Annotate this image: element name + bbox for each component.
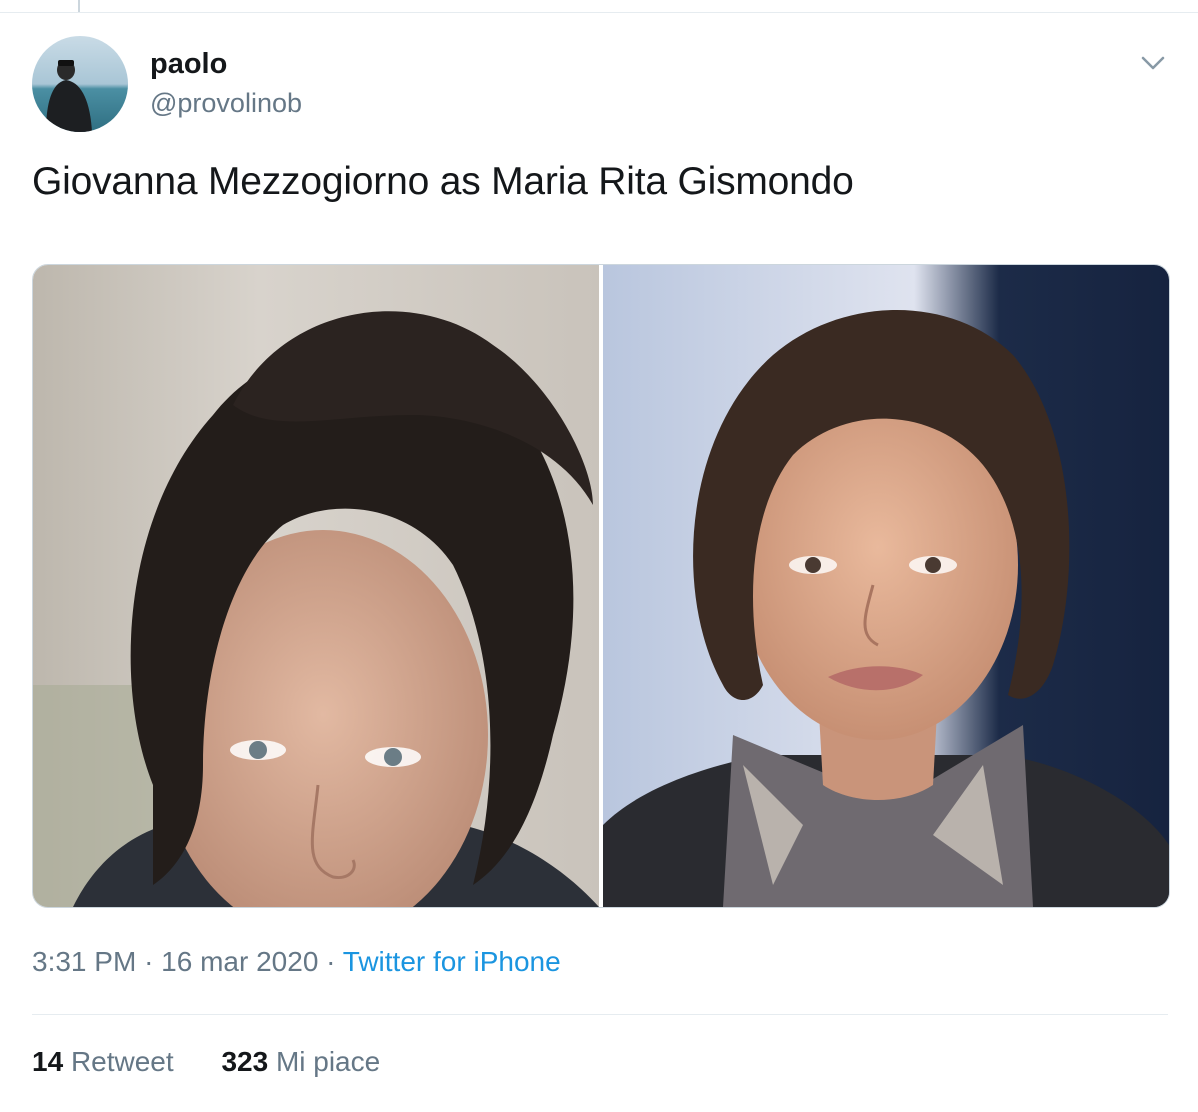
avatar[interactable] [32,36,128,132]
author-name[interactable]: paolo [150,48,227,81]
retweet-label: Retweet [70,1046,174,1077]
retweet-count-link[interactable]: 14 Retweet [32,1046,174,1077]
tweet-stats: 14 Retweet 323 Mi piace [32,1046,380,1078]
like-label: Mi piace [275,1046,381,1077]
meta-separator: · [144,946,154,977]
retweet-count: 14 [32,1046,64,1077]
tweet-source-link[interactable]: Twitter for iPhone [343,946,561,977]
tweet-date[interactable]: 16 mar 2020 [161,946,318,977]
photo-right[interactable] [603,265,1169,907]
stats-divider [32,1014,1168,1015]
avatar-image [32,36,128,132]
like-count: 323 [221,1046,269,1077]
photo-left[interactable] [33,265,599,907]
media-grid [32,264,1170,908]
like-count-link[interactable]: 323 Mi piace [221,1046,380,1077]
tweet-top-border [0,12,1198,13]
meta-separator: · [326,946,336,977]
thread-connector-line [78,0,80,12]
chevron-down-icon[interactable] [1138,48,1168,78]
author-handle[interactable]: @provolinob [150,88,302,119]
tweet-text: Giovanna Mezzogiorno as Maria Rita Gismo… [32,160,854,203]
tweet-timestamp-row: 3:31 PM · 16 mar 2020 · Twitter for iPho… [32,946,561,978]
tweet-time[interactable]: 3:31 PM [32,946,136,977]
